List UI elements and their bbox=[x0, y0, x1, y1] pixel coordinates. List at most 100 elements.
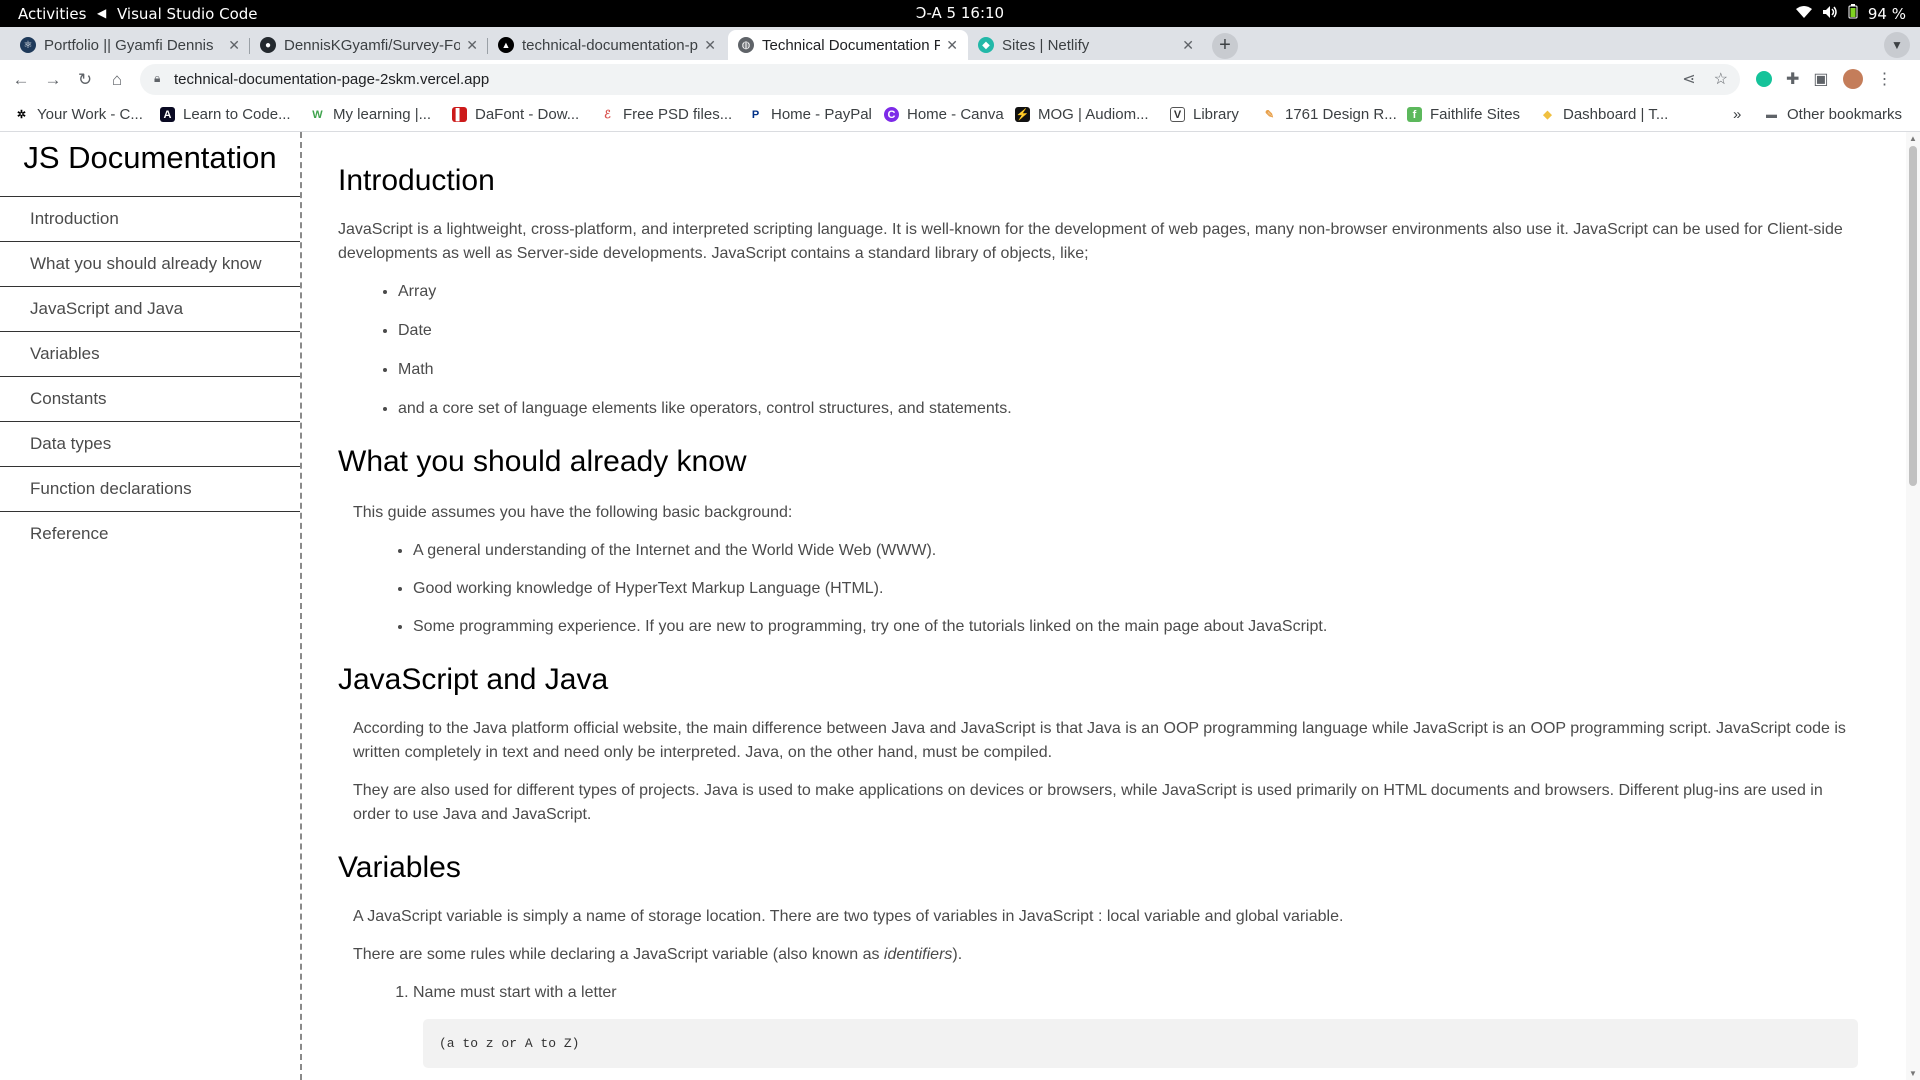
nav-link-what-you-should-already-know[interactable]: What you should already know bbox=[0, 242, 300, 287]
section-heading: Variables bbox=[338, 851, 461, 884]
menu-icon[interactable]: ⋮ bbox=[1877, 69, 1893, 89]
reload-icon: ↻ bbox=[77, 70, 93, 89]
tab-portfolio[interactable]: ⚛ Portfolio || Gyamfi Dennis ✕ bbox=[10, 30, 250, 60]
bookmark-label: DaFont - Dow... bbox=[475, 106, 580, 123]
emphasis-text: identifiers bbox=[883, 946, 953, 963]
section-introduction: Introduction JavaScript is a lightweight… bbox=[338, 164, 1858, 421]
bookmark-item[interactable]: P Home - PayPal bbox=[748, 106, 872, 123]
section-heading: What you should already know bbox=[338, 445, 747, 478]
folder-icon: ▬ bbox=[1766, 108, 1777, 121]
netlify-icon: ◆ bbox=[978, 37, 994, 53]
bookmark-label: Faithlife Sites bbox=[1430, 106, 1521, 123]
nav-link-function-declarations[interactable]: Function declarations bbox=[0, 467, 300, 512]
bookmark-item[interactable]: C Home - Canva bbox=[884, 106, 1004, 123]
close-icon[interactable]: ✕ bbox=[704, 37, 716, 54]
section-heading: Introduction bbox=[338, 164, 495, 197]
forward-button[interactable]: → bbox=[40, 67, 66, 93]
globe-icon: ◍ bbox=[738, 37, 754, 53]
nav-link-reference[interactable]: Reference bbox=[0, 512, 300, 557]
close-icon[interactable]: ✕ bbox=[228, 37, 240, 54]
paragraph: They are also used for different types o… bbox=[353, 782, 1823, 823]
browser-toolbar: ← → ↻ ⌂ 🔒︎ technical-documentation-page-… bbox=[0, 60, 1920, 99]
bookmark-item[interactable]: ◆ Dashboard | T... bbox=[1540, 106, 1668, 123]
bookmark-item[interactable]: V Library bbox=[1170, 106, 1239, 123]
home-icon: ⌂ bbox=[111, 70, 123, 89]
bookmark-favicon-icon: ✲ bbox=[16, 109, 27, 121]
side-panel-icon[interactable]: ▣ bbox=[1813, 69, 1828, 89]
share-icon[interactable]: ⋖ bbox=[1682, 69, 1695, 89]
bookmark-label: 1761 Design R... bbox=[1285, 106, 1397, 123]
close-icon[interactable]: ✕ bbox=[466, 37, 478, 54]
grammarly-icon[interactable] bbox=[1756, 71, 1772, 87]
canva-icon: C bbox=[884, 107, 899, 122]
bookmark-item[interactable]: f Faithlife Sites bbox=[1407, 106, 1520, 123]
tab-vercel[interactable]: ▲ technical-documentation-page ✕ bbox=[488, 30, 726, 60]
tab-search-button[interactable]: ▼ bbox=[1884, 32, 1910, 58]
paragraph: There are some rules while declaring a J… bbox=[338, 943, 1858, 967]
puzzle-icon[interactable]: ✚ bbox=[1786, 69, 1799, 89]
tab-title: DennisKGyamfi/Survey-Form bbox=[284, 36, 461, 54]
volume-icon bbox=[1822, 5, 1838, 23]
scrollbar-thumb[interactable] bbox=[1909, 146, 1917, 486]
paragraph: JavaScript is a lightweight, cross-platf… bbox=[338, 221, 1843, 262]
more-bookmarks-button[interactable]: » bbox=[1733, 106, 1741, 123]
text-run: There are some rules while declaring a J… bbox=[353, 946, 884, 963]
section-variables: Variables A JavaScript variable is simpl… bbox=[338, 851, 1858, 1080]
bookmark-label: Home - PayPal bbox=[771, 106, 872, 123]
bookmark-favicon-icon: ℰ bbox=[604, 109, 611, 121]
sidebar-nav: JS Documentation Introduction What you s… bbox=[0, 132, 302, 1080]
home-button[interactable]: ⌂ bbox=[104, 67, 130, 93]
address-bar[interactable]: 🔒︎ technical-documentation-page-2skm.ver… bbox=[140, 64, 1740, 95]
star-icon[interactable]: ☆ bbox=[1714, 69, 1728, 89]
web-page: JS Documentation Introduction What you s… bbox=[0, 132, 1920, 1080]
tab-github[interactable]: ● DennisKGyamfi/Survey-Form ✕ bbox=[250, 30, 488, 60]
close-icon[interactable]: ✕ bbox=[946, 37, 958, 54]
numbered-list: Name must start with a letter bbox=[413, 981, 1858, 1005]
nav-link-introduction[interactable]: Introduction bbox=[0, 197, 300, 242]
page-scrollbar[interactable]: ▲ ▼ bbox=[1906, 132, 1920, 1080]
url-text[interactable]: technical-documentation-page-2skm.vercel… bbox=[174, 71, 489, 88]
battery-percent: 94 % bbox=[1867, 4, 1906, 23]
bookmark-item[interactable]: W My learning |... bbox=[310, 106, 431, 123]
list-item: Array bbox=[398, 280, 1858, 304]
bookmark-favicon-icon: ⚡ bbox=[1015, 107, 1030, 122]
bookmark-item[interactable]: ▌ DaFont - Dow... bbox=[452, 106, 579, 123]
tab-technical-documentation[interactable]: ◍ Technical Documentation Page ✕ bbox=[728, 30, 968, 60]
arrow-right-icon: → bbox=[44, 70, 62, 89]
bookmark-item[interactable]: ⚡ MOG | Audiom... bbox=[1015, 106, 1149, 123]
bullet-list: A general understanding of the Internet … bbox=[413, 539, 1858, 639]
paragraph: According to the Java platform official … bbox=[353, 720, 1846, 761]
bookmark-item[interactable]: ℰ Free PSD files... bbox=[600, 106, 732, 123]
nav-link-constants[interactable]: Constants bbox=[0, 377, 300, 422]
nav-title: JS Documentation bbox=[23, 140, 277, 175]
close-icon[interactable]: ✕ bbox=[1182, 37, 1194, 54]
back-button[interactable]: ← bbox=[8, 67, 34, 93]
bookmark-item[interactable]: ✲ Your Work - C... bbox=[14, 106, 143, 123]
tab-title: Sites | Netlify bbox=[1002, 36, 1090, 54]
section-what-you-should-already-know: What you should already know This guide … bbox=[338, 445, 1858, 639]
bookmark-item[interactable]: ✎ 1761 Design R... bbox=[1262, 106, 1397, 123]
nav-link-javascript-and-java[interactable]: JavaScript and Java bbox=[0, 287, 300, 332]
system-tray[interactable]: 94 % bbox=[1795, 4, 1906, 23]
bookmark-favicon-icon: A bbox=[160, 107, 175, 122]
clock[interactable]: Ɔ-A 5 16:10 bbox=[0, 4, 1920, 22]
bookmark-favicon-icon: V bbox=[1170, 107, 1185, 122]
bookmark-favicon-icon: ◆ bbox=[1543, 109, 1552, 121]
tab-netlify[interactable]: ◆ Sites | Netlify ✕ bbox=[968, 30, 1204, 60]
list-item: Name must start with a letter bbox=[413, 981, 1858, 1005]
tab-title: technical-documentation-page bbox=[522, 36, 698, 54]
list-item: and a core set of language elements like… bbox=[398, 397, 1858, 421]
list-item: Some programming experience. If you are … bbox=[413, 615, 1858, 639]
scroll-up-icon[interactable]: ▲ bbox=[1909, 134, 1917, 143]
avatar[interactable] bbox=[1842, 69, 1863, 89]
nav-link-data-types[interactable]: Data types bbox=[0, 422, 300, 467]
chevron-down-icon: ▼ bbox=[1891, 38, 1903, 52]
lock-icon: 🔒︎ bbox=[154, 71, 161, 85]
nav-link-variables[interactable]: Variables bbox=[0, 332, 300, 377]
other-bookmarks-folder[interactable]: ▬ Other bookmarks bbox=[1764, 106, 1902, 123]
reload-button[interactable]: ↻ bbox=[72, 67, 98, 93]
new-tab-button[interactable]: + bbox=[1212, 33, 1238, 59]
scroll-down-icon[interactable]: ▼ bbox=[1909, 1069, 1917, 1078]
bookmark-item[interactable]: A Learn to Code... bbox=[160, 106, 291, 123]
bookmark-label: Dashboard | T... bbox=[1563, 106, 1669, 123]
